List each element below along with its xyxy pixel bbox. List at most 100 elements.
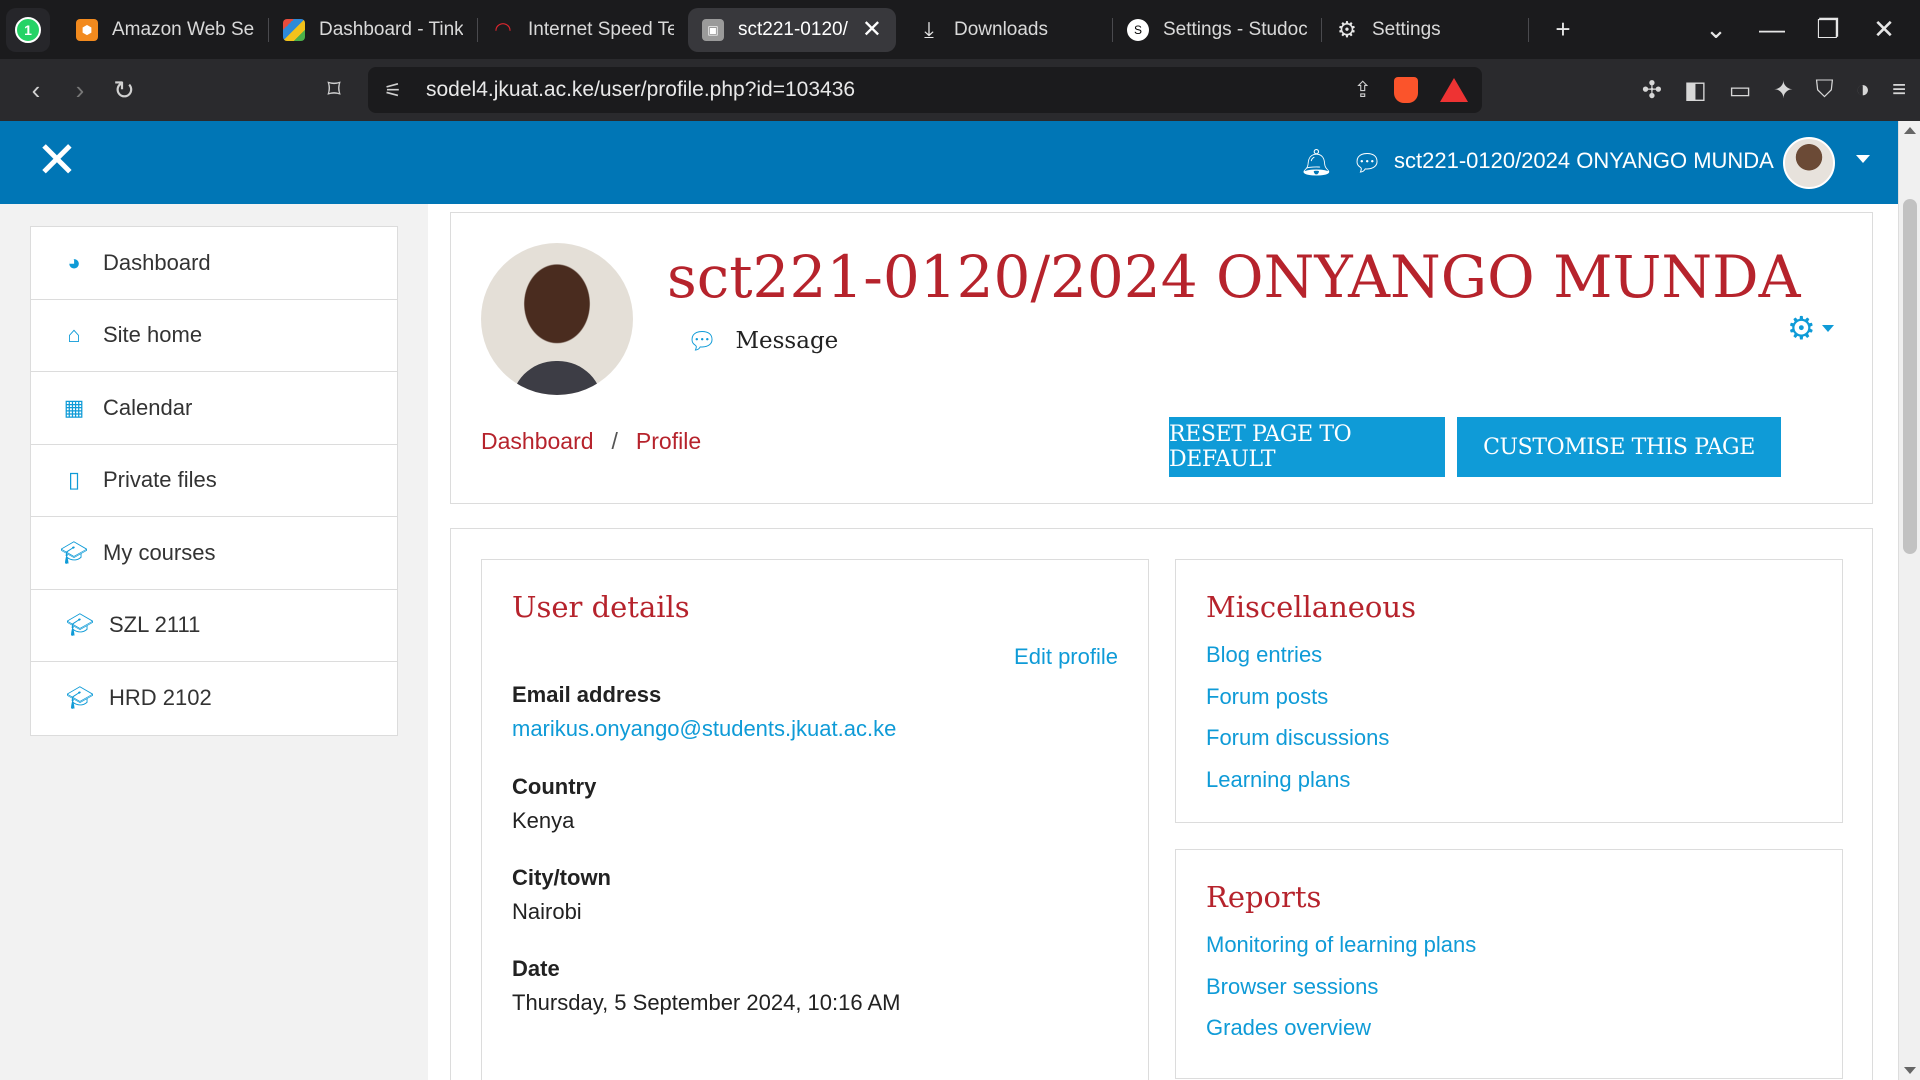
nav-item-label: HRD 2102 (109, 685, 212, 711)
studocu-icon: S (1127, 18, 1149, 41)
tab-speedtest[interactable]: ◠ Internet Speed Te (478, 8, 688, 52)
sidebar-icon[interactable]: ◧ (1684, 76, 1707, 105)
leo-ai-icon[interactable]: ✦ (1773, 76, 1793, 105)
nav-item-private-files[interactable]: ▯ Private files (31, 445, 397, 517)
menu-icon[interactable]: ≡ (1892, 76, 1906, 104)
misc-links: Blog entries Forum posts Forum discussio… (1206, 642, 1389, 808)
forum-discussions-link[interactable]: Forum discussions (1206, 725, 1389, 767)
learning-plans-link[interactable]: Learning plans (1206, 767, 1389, 809)
nav-item-label: Calendar (103, 394, 193, 420)
nav-item-site-home[interactable]: ⌂ Site home (31, 300, 397, 372)
tab-aws[interactable]: ⬢ Amazon Web Serv (62, 8, 268, 52)
chat-bubble-icon: 💬︎ (687, 327, 718, 355)
chevron-down-icon (1821, 324, 1834, 332)
field-value: Nairobi (512, 899, 582, 924)
field-city: City/town Nairobi (512, 865, 611, 925)
tab-profile-active[interactable]: ▣ sct221-0120/ ✕ (688, 7, 896, 52)
nav-item-dashboard[interactable]: ◕ Dashboard (31, 227, 397, 300)
message-label: Message (735, 328, 839, 354)
breadcrumb-separator: / (611, 428, 618, 454)
field-label: Country (512, 774, 597, 799)
vpn-icon[interactable]: ⛉ (1815, 76, 1833, 104)
user-menu-caret-icon[interactable] (1856, 155, 1870, 163)
reload-icon[interactable]: ↻ (102, 75, 146, 106)
scrollbar-thumb[interactable] (1903, 199, 1917, 554)
field-label: Date (512, 956, 560, 981)
address-bar[interactable]: ⚟ sodel4.jkuat.ac.ke/user/profile.php?id… (368, 67, 1482, 113)
close-drawer-icon[interactable]: ✕ (36, 135, 78, 185)
nav-item-label: My courses (103, 539, 216, 565)
browser-tab-bar: 1 ⬢ Amazon Web Serv Dashboard - Tink ◠ I… (0, 0, 1920, 59)
tab-title: Internet Speed Te (528, 18, 674, 40)
theme-icon[interactable]: ◑ (1855, 76, 1870, 104)
calendar-icon: ▦ (63, 394, 85, 420)
aws-icon: ⬢ (76, 18, 98, 41)
forward-icon[interactable]: › (58, 75, 102, 106)
bookmark-icon[interactable]: ⌑ (312, 74, 356, 105)
extensions-puzzle-icon[interactable]: ✣ (1642, 76, 1662, 105)
nav-item-calendar[interactable]: ▦ Calendar (31, 372, 397, 445)
share-icon[interactable]: ⇪ (1354, 77, 1372, 103)
close-tab-icon[interactable]: ✕ (862, 15, 882, 44)
email-link[interactable]: marikus.onyango@students.jkuat.ac.ke (512, 716, 896, 742)
section-title: Miscellaneous (1206, 590, 1416, 624)
scroll-down-icon[interactable] (1904, 1067, 1916, 1074)
tab-tinkercad[interactable]: Dashboard - Tink (269, 8, 477, 52)
scroll-up-icon[interactable] (1904, 127, 1916, 134)
page-title: sct221-0120/2024 ONYANGO MUNDA (667, 243, 1801, 311)
tab-search-chevron-icon[interactable]: ⌄ (1688, 14, 1744, 45)
restore-icon[interactable]: ❐ (1800, 14, 1856, 45)
profile-picture (481, 243, 633, 395)
messages-chat-icon[interactable]: 💬︎ (1352, 149, 1382, 178)
tab-title: Downloads (954, 18, 1048, 40)
whatsapp-pinned-tab[interactable]: 1 (6, 7, 50, 52)
tab-title: Dashboard - Tink (319, 18, 463, 40)
tab-studocu[interactable]: S Settings - Studoc (1113, 8, 1321, 52)
page-scrollbar[interactable] (1898, 121, 1920, 1080)
browser-sessions-link[interactable]: Browser sessions (1206, 974, 1476, 1016)
back-icon[interactable]: ‹ (14, 75, 58, 106)
brave-shields-icon[interactable] (1394, 77, 1418, 103)
section-title: User details (512, 590, 690, 624)
brave-rewards-icon[interactable] (1440, 78, 1468, 102)
breadcrumb-profile[interactable]: Profile (636, 428, 701, 455)
monitoring-learning-plans-link[interactable]: Monitoring of learning plans (1206, 932, 1476, 974)
tab-settings[interactable]: ⚙ Settings (1322, 8, 1528, 52)
user-details-section: User details Edit profile Email address … (481, 559, 1149, 1080)
graduation-cap-icon: 🎓︎ (66, 612, 94, 638)
field-date: Date Thursday, 5 September 2024, 10:16 A… (512, 956, 901, 1016)
field-label: Email address (512, 682, 662, 707)
header-avatar[interactable] (1783, 137, 1835, 189)
tab-title: Amazon Web Serv (112, 18, 254, 40)
blog-entries-link[interactable]: Blog entries (1206, 642, 1389, 684)
miscellaneous-section: Miscellaneous Blog entries Forum posts F… (1175, 559, 1843, 823)
grades-overview-link[interactable]: Grades overview (1206, 1015, 1476, 1057)
tab-downloads[interactable]: ⤓ Downloads (904, 8, 1112, 52)
breadcrumb-dashboard[interactable]: Dashboard (481, 428, 594, 455)
reset-page-button[interactable]: RESET PAGE TO DEFAULT (1169, 417, 1445, 477)
edit-profile-link[interactable]: Edit profile (1014, 644, 1118, 670)
site-header: ✕ 🔔︎ 💬︎ sct221-0120/2024 ONYANGO MUNDA (0, 121, 1898, 204)
tab-title: Settings (1372, 18, 1441, 40)
site-info-icon[interactable]: ⚟ (384, 78, 412, 103)
nav-item-course-hrd2102[interactable]: 🎓︎ HRD 2102 (31, 662, 397, 735)
wallet-icon[interactable]: ▭ (1729, 76, 1752, 105)
speedtest-icon: ◠ (494, 19, 512, 41)
message-button[interactable]: 💬︎ Message (687, 327, 838, 355)
header-user-name[interactable]: sct221-0120/2024 ONYANGO MUNDA (1394, 148, 1774, 174)
nav-item-label: SZL 2111 (109, 612, 201, 638)
nav-item-label: Site home (103, 322, 203, 348)
page-actions-menu[interactable]: ⚙ (1787, 309, 1834, 347)
notifications-bell-icon[interactable]: 🔔︎ (1300, 147, 1333, 178)
minimize-icon[interactable]: — (1744, 14, 1800, 45)
close-window-icon[interactable]: ✕ (1856, 14, 1912, 45)
forum-posts-link[interactable]: Forum posts (1206, 684, 1389, 726)
customise-page-button[interactable]: CUSTOMISE THIS PAGE (1457, 417, 1781, 477)
nav-item-label: Dashboard (103, 249, 211, 275)
nav-item-course-szl2111[interactable]: 🎓︎ SZL 2111 (31, 590, 397, 662)
breadcrumb: Dashboard / Profile (481, 428, 701, 455)
whatsapp-icon: 1 (15, 16, 41, 43)
nav-item-my-courses[interactable]: 🎓︎ My courses (31, 517, 397, 590)
url-text[interactable]: sodel4.jkuat.ac.ke/user/profile.php?id=1… (426, 78, 855, 102)
new-tab-icon[interactable]: + (1535, 14, 1591, 45)
